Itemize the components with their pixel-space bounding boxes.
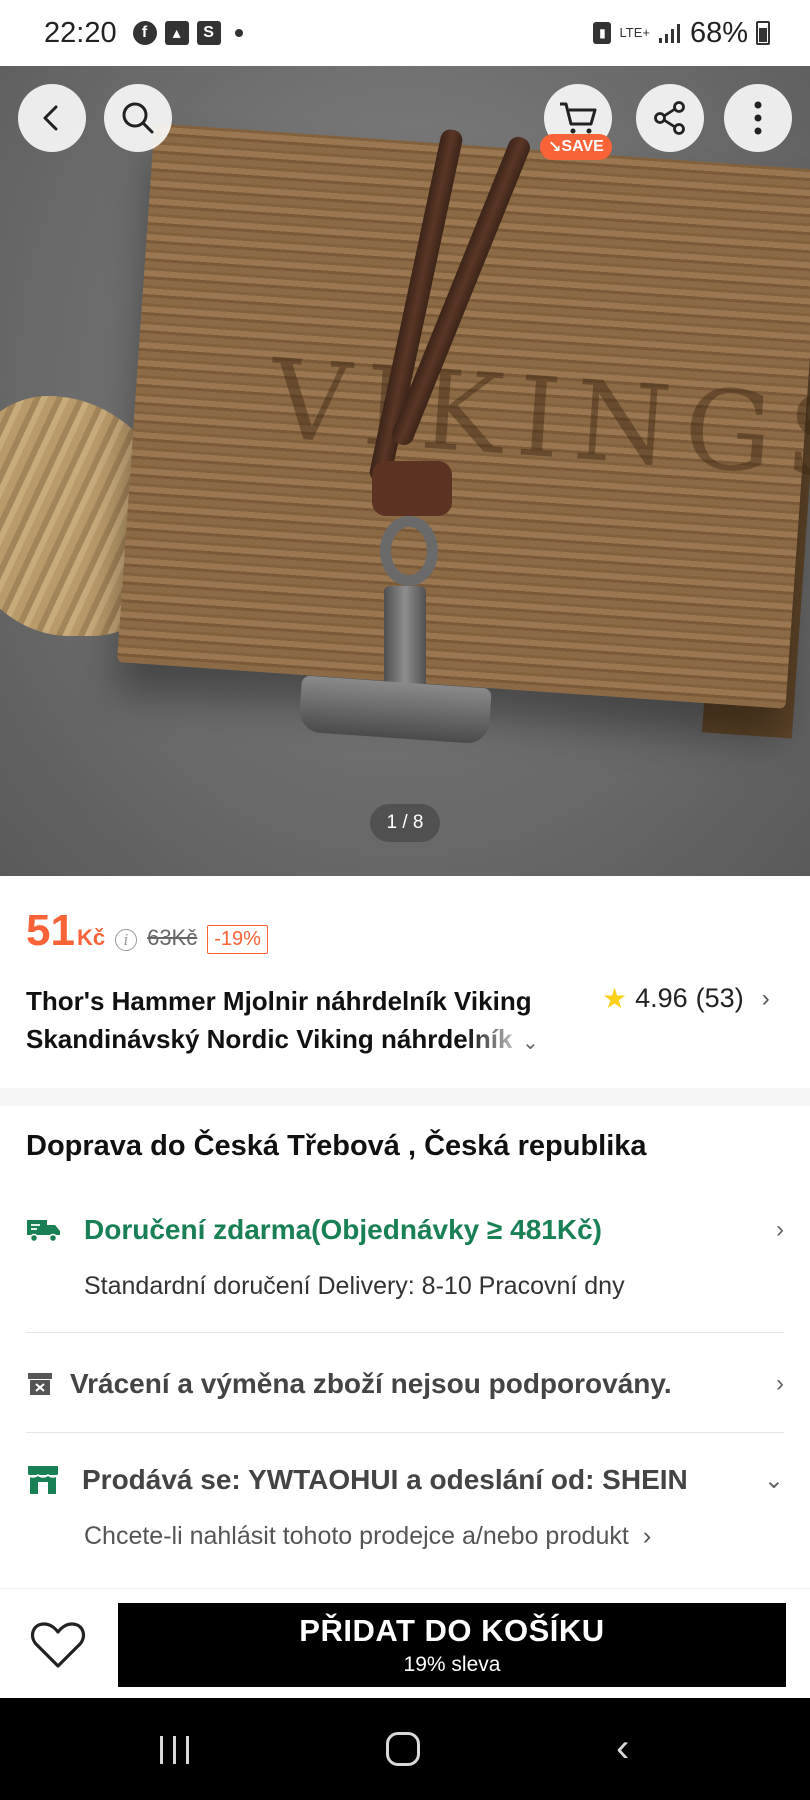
search-button[interactable] xyxy=(104,84,172,152)
shipping-heading[interactable]: Doprava do Česká Třebová , Česká republi… xyxy=(26,1130,647,1163)
rating-value: 4.96 xyxy=(635,983,688,1013)
expand-title-icon[interactable]: ⌄ xyxy=(522,1030,539,1055)
standard-delivery-text: Standardní doručení Delivery: 8-10 Praco… xyxy=(84,1272,625,1300)
divider xyxy=(26,1432,784,1433)
chevron-right-icon: › xyxy=(761,984,770,1012)
back-button[interactable] xyxy=(18,84,86,152)
price-currency: Kč xyxy=(76,925,106,950)
seller-label: Prodává se: YWTAOHUI a odeslání od: SHEI… xyxy=(82,1464,688,1495)
system-nav-bar: ‹ xyxy=(0,1698,810,1800)
free-delivery-label: Doručení zdarma(Objednávky ≥ 481Kč) xyxy=(84,1214,602,1245)
product-title-line1: Thor's Hammer Mjolnir náhrdelník Viking xyxy=(26,986,532,1016)
product-title-line2: Skandinávský Nordic Viking náhr xyxy=(26,1024,438,1054)
status-bar: 22:20 f ▴ S ▮ LTE+ 68% xyxy=(0,0,810,66)
discount-badge: -19% xyxy=(207,925,268,954)
returns-row[interactable]: Vrácení a výměna zboží nejsou podporován… xyxy=(26,1368,784,1400)
recent-apps-button[interactable] xyxy=(160,1736,189,1764)
system-back-button[interactable]: ‹ xyxy=(616,1726,629,1771)
discount-note: 19% sleva xyxy=(403,1653,501,1676)
return-box-icon xyxy=(26,1369,54,1399)
store-icon xyxy=(26,1465,60,1495)
star-icon: ★ xyxy=(602,983,628,1014)
product-title[interactable]: Thor's Hammer Mjolnir náhrdelník Viking … xyxy=(26,982,566,1058)
more-vertical-icon xyxy=(754,101,762,135)
chevron-left-icon xyxy=(43,105,58,131)
price-row: 51 Kč i 63Kč -19% xyxy=(26,906,268,956)
section-divider xyxy=(0,1088,810,1106)
free-delivery-row[interactable]: Doručení zdarma(Objednávky ≥ 481Kč) › xyxy=(26,1214,784,1246)
info-icon[interactable]: i xyxy=(115,929,138,951)
status-time: 22:20 xyxy=(44,16,117,49)
report-seller-text: Chcete-li nahlásit tohoto prodejce a/neb… xyxy=(84,1522,629,1550)
wishlist-button[interactable] xyxy=(28,1617,88,1673)
rating[interactable]: ★ 4.96 (53) › xyxy=(602,982,770,1015)
cord-knot xyxy=(372,461,452,516)
more-notifications-icon xyxy=(234,29,243,37)
data-saver-icon: ▮ xyxy=(593,22,612,44)
signal-icon xyxy=(658,24,680,43)
battery-icon xyxy=(756,21,770,45)
battery-percent: 68% xyxy=(689,16,748,49)
original-price: 63Kč xyxy=(147,925,198,950)
network-type: LTE+ xyxy=(619,25,650,40)
review-count: (53) xyxy=(695,983,744,1013)
chevron-right-icon: › xyxy=(642,1522,652,1550)
chevron-right-icon: › xyxy=(776,1216,784,1243)
returns-label: Vrácení a výměna zboží nejsou podporován… xyxy=(70,1368,672,1399)
product-image-carousel[interactable]: VIKINGS ↘ SAVE 1 / 8 xyxy=(0,66,810,876)
more-button[interactable] xyxy=(724,84,792,152)
hammer-shaft xyxy=(384,586,426,696)
hammer-head xyxy=(298,675,492,745)
search-icon xyxy=(122,102,154,134)
pendant-loop xyxy=(380,516,438,586)
seller-row[interactable]: Prodává se: YWTAOHUI a odeslání od: SHEI… xyxy=(26,1464,784,1496)
notification-icons: f ▴ S xyxy=(132,21,243,45)
heart-icon xyxy=(30,1622,86,1668)
share-button[interactable] xyxy=(636,84,704,152)
image-pager: 1 / 8 xyxy=(370,804,440,842)
s-app-icon: S xyxy=(196,21,221,45)
chevron-right-icon: › xyxy=(776,1370,784,1397)
cart-icon xyxy=(560,102,597,134)
divider xyxy=(26,1332,784,1333)
share-icon xyxy=(654,101,685,135)
product-title-fade: delník xyxy=(437,1024,513,1054)
save-badge-label: SAVE xyxy=(561,138,604,155)
home-button[interactable] xyxy=(386,1732,420,1766)
trend-down-icon: ↘ xyxy=(548,139,562,156)
current-price: 51 xyxy=(26,906,75,955)
add-to-cart-label: PŘIDAT DO KOŠÍKU xyxy=(299,1613,605,1648)
bottom-action-bar: PŘIDAT DO KOŠÍKU 19% sleva xyxy=(0,1588,810,1698)
truck-icon xyxy=(26,1215,62,1245)
facebook-icon: f xyxy=(132,21,157,45)
chevron-down-icon: ⌄ xyxy=(763,1466,784,1494)
gallery-icon: ▴ xyxy=(164,21,189,45)
save-badge: ↘ SAVE xyxy=(540,134,612,160)
add-to-cart-button[interactable]: PŘIDAT DO KOŠÍKU 19% sleva xyxy=(118,1603,786,1687)
status-right: ▮ LTE+ 68% xyxy=(593,17,770,50)
report-seller-link[interactable]: Chcete-li nahlásit tohoto prodejce a/neb… xyxy=(84,1522,651,1551)
